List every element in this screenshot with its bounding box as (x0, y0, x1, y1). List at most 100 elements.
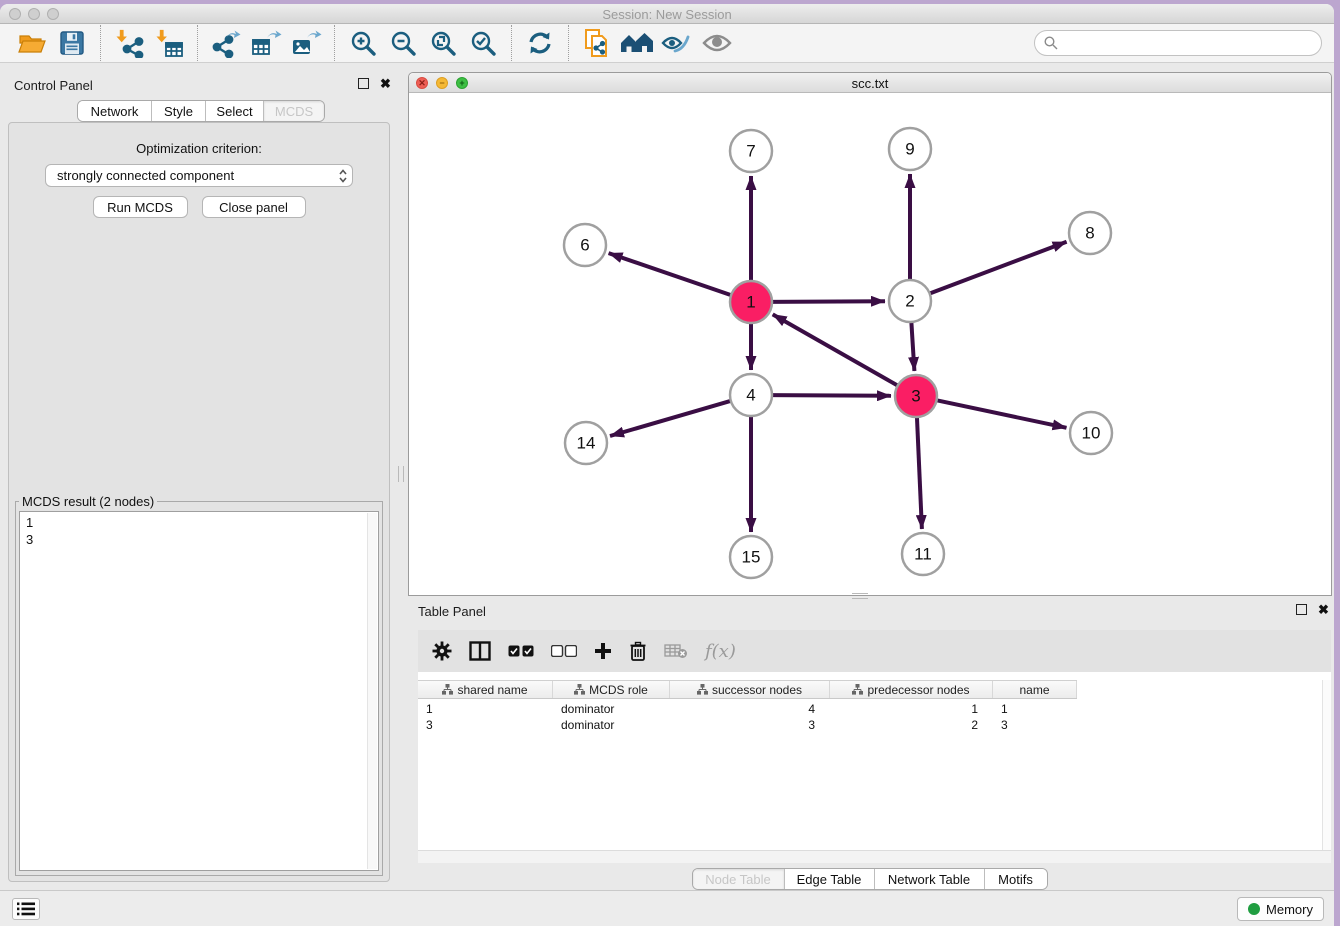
graph-node-label: 1 (746, 292, 755, 311)
open-session-button[interactable] (12, 26, 52, 60)
table-horizontal-scrollbar[interactable] (418, 850, 1331, 863)
graph-node-2[interactable]: 2 (889, 280, 931, 322)
export-table-button[interactable] (246, 26, 286, 60)
tab-node-table[interactable]: Node Table (693, 869, 785, 889)
zoom-fit-icon (429, 29, 457, 57)
export-image-button[interactable] (286, 26, 326, 60)
graph-edge-3-10[interactable] (936, 400, 1067, 428)
table-panel-tabs: Node TableEdge TableNetwork TableMotifs (692, 868, 1048, 890)
zoom-fit-button[interactable] (423, 26, 463, 60)
column-header-successor-nodes[interactable]: successor nodes (670, 681, 830, 698)
tab-edge-table[interactable]: Edge Table (785, 869, 875, 889)
task-history-button[interactable] (12, 898, 40, 920)
unselect-all-columns-button[interactable] (551, 645, 577, 657)
table-cell[interactable]: dominator (553, 701, 670, 717)
control-panel-float-button[interactable] (358, 78, 369, 89)
table-panel-close-button[interactable]: ✖ (1318, 604, 1329, 615)
table-settings-button[interactable] (432, 641, 452, 661)
show-column-panel-button[interactable] (469, 641, 491, 661)
graph-edge-1-6[interactable] (609, 253, 733, 295)
graph-node-11[interactable]: 11 (902, 533, 944, 575)
column-header-name[interactable]: name (993, 681, 1077, 698)
table-cell[interactable]: 3 (418, 717, 553, 733)
graph-node-4[interactable]: 4 (730, 374, 772, 416)
table-row[interactable]: 1dominator411 (418, 701, 1321, 717)
tab-select[interactable]: Select (206, 101, 264, 121)
column-type-icon (574, 684, 585, 695)
graph-node-label: 4 (746, 385, 755, 404)
run-mcds-button[interactable]: Run MCDS (93, 196, 188, 218)
save-session-button[interactable] (52, 26, 92, 60)
table-row[interactable]: 3dominator323 (418, 717, 1321, 733)
table-cell[interactable]: 1 (830, 701, 993, 717)
graph-edge-1-2[interactable] (771, 301, 885, 302)
zoom-selected-icon (469, 29, 497, 57)
graph-edge-3-1[interactable] (773, 314, 899, 386)
graph-node-label: 8 (1085, 223, 1094, 242)
table-panel-float-button[interactable] (1296, 604, 1307, 615)
homes-button[interactable] (617, 26, 657, 60)
column-header-MCDS-role[interactable]: MCDS role (553, 681, 670, 698)
apply-layout-button[interactable] (520, 26, 560, 60)
table-cell[interactable]: 1 (993, 701, 1077, 717)
search-input[interactable] (1064, 36, 1312, 51)
import-table-button[interactable] (149, 26, 189, 60)
tab-mcds[interactable]: MCDS (264, 101, 324, 121)
graph-node-3[interactable]: 3 (895, 375, 937, 417)
mcds-result-scrollbar[interactable] (367, 513, 377, 869)
graph-node-14[interactable]: 14 (565, 422, 607, 464)
homes-icon (620, 30, 654, 56)
mcds-result-text[interactable]: 1 3 (20, 512, 366, 870)
memory-button[interactable]: Memory (1237, 897, 1324, 921)
table-cell[interactable]: 2 (830, 717, 993, 733)
table-cell[interactable]: 3 (993, 717, 1077, 733)
vertical-splitter-handle[interactable] (398, 466, 404, 482)
graph-edge-3-11[interactable] (917, 416, 922, 529)
network-window-titlebar[interactable]: ✕ − + scc.txt (409, 73, 1331, 93)
table-cell[interactable]: 1 (418, 701, 553, 717)
tab-motifs[interactable]: Motifs (985, 869, 1047, 889)
table-cell[interactable]: 4 (670, 701, 830, 717)
table-cell[interactable]: 3 (670, 717, 830, 733)
select-all-columns-button[interactable] (508, 645, 534, 657)
table-scrollbar[interactable] (1322, 680, 1331, 850)
horizontal-splitter-handle[interactable] (852, 593, 868, 599)
zoom-in-button[interactable] (343, 26, 383, 60)
hide-details-button[interactable] (657, 26, 697, 60)
zoom-selected-button[interactable] (463, 26, 503, 60)
export-network-button[interactable] (206, 26, 246, 60)
graph-node-6[interactable]: 6 (564, 224, 606, 266)
graph-node-15[interactable]: 15 (730, 536, 772, 578)
tab-network-table[interactable]: Network Table (875, 869, 985, 889)
delete-table-button-disabled[interactable] (664, 643, 688, 659)
zoom-out-button[interactable] (383, 26, 423, 60)
graph-edge-4-14[interactable] (610, 401, 732, 436)
show-details-button[interactable] (697, 26, 737, 60)
graph-node-7[interactable]: 7 (730, 130, 772, 172)
graph-edge-4-3[interactable] (771, 395, 891, 396)
graph-node-9[interactable]: 9 (889, 128, 931, 170)
import-network-button[interactable] (109, 26, 149, 60)
column-header-predecessor-nodes[interactable]: predecessor nodes (830, 681, 993, 698)
delete-column-button[interactable] (629, 641, 647, 661)
apply-function-button-disabled[interactable]: f(x) (705, 641, 736, 662)
clone-network-button[interactable] (577, 26, 617, 60)
graph-edge-2-8[interactable] (929, 242, 1067, 294)
table-header-row: shared name MCDS role successor nodes pr… (418, 680, 1077, 699)
column-type-icon (442, 684, 453, 695)
close-panel-button[interactable]: Close panel (202, 196, 306, 218)
control-panel-close-button[interactable]: ✖ (380, 78, 391, 89)
column-header-shared-name[interactable]: shared name (418, 681, 553, 698)
criterion-dropdown[interactable]: strongly connected component (45, 164, 353, 187)
graph-node-1[interactable]: 1 (730, 281, 772, 323)
network-canvas[interactable]: 7 9 6 8 1 2 4 3 14 10 15 11 (409, 93, 1331, 595)
graph-node-8[interactable]: 8 (1069, 212, 1111, 254)
graph-node-10[interactable]: 10 (1070, 412, 1112, 454)
graph-edge-2-3[interactable] (911, 321, 914, 371)
tab-network[interactable]: Network (78, 101, 152, 121)
table-cell[interactable]: dominator (553, 717, 670, 733)
tab-style[interactable]: Style (152, 101, 206, 121)
create-column-button[interactable] (594, 642, 612, 660)
network-graph[interactable]: 7 9 6 8 1 2 4 3 14 10 15 11 (409, 93, 1331, 595)
title-bar: Session: New Session (0, 4, 1334, 24)
